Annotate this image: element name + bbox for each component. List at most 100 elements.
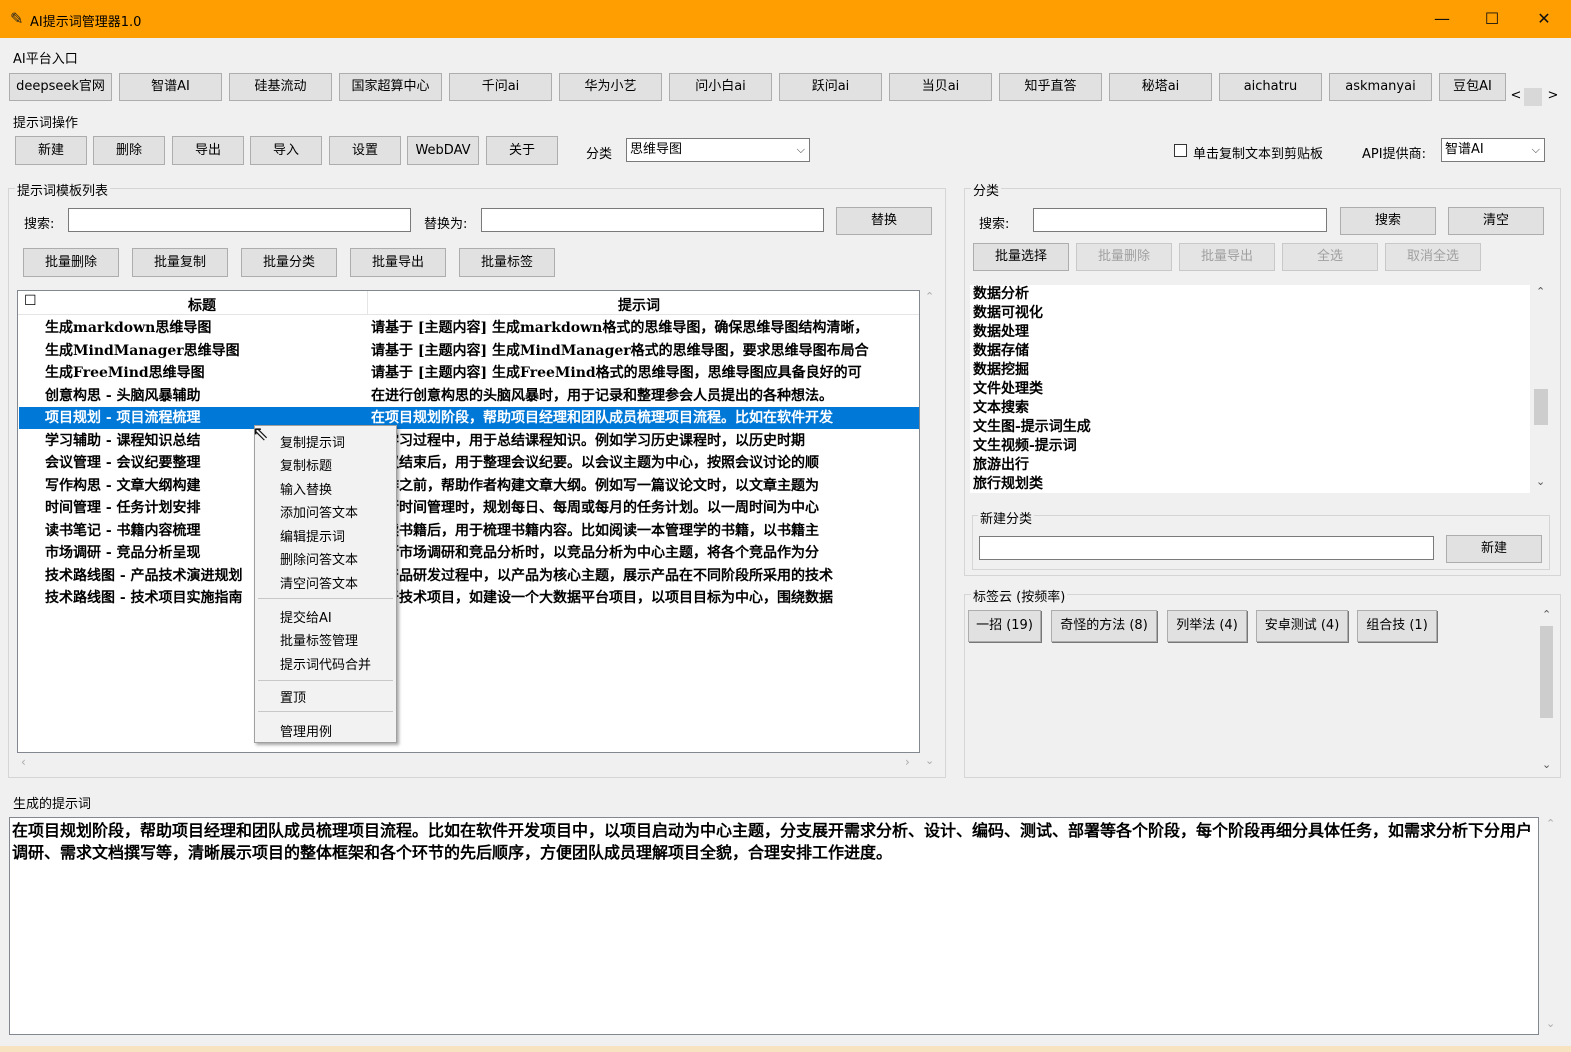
platform-button[interactable]: 知乎直答 xyxy=(999,73,1102,101)
table-row[interactable]: 写作构思 - 文章大纲构建 写作之前，帮助作者构建文章大纲。例如写一篇议论文时，以… xyxy=(19,475,919,497)
context-menu-item[interactable]: 复制提示词 xyxy=(280,432,345,451)
context-menu-item[interactable]: 添加问答文本 xyxy=(280,502,358,521)
template-batch-button[interactable]: 批量标签 xyxy=(459,248,555,277)
template-horizontal-scrollbar[interactable]: ‹ › xyxy=(17,755,920,772)
table-row[interactable]: 生成FreeMind思维导图 请基于 [主题内容] 生成FreeMind格式的思维… xyxy=(19,362,919,384)
platform-scroll-thumb[interactable] xyxy=(1524,88,1542,106)
platform-button[interactable]: 国家超算中心 xyxy=(339,73,442,101)
category-scroll-thumb[interactable] xyxy=(1534,389,1548,425)
category-select[interactable]: 思维导图 ⌵ xyxy=(626,138,810,162)
table-row[interactable]: 项目规划 - 项目流程梳理 在项目规划阶段，帮助项目经理和团队成员梳理项目流程。比… xyxy=(19,407,919,429)
generated-prompt-output[interactable]: 在项目规划阶段，帮助项目经理和团队成员梳理项目流程。比如在软件开发项目中，以项目… xyxy=(9,817,1539,1035)
context-menu-item[interactable]: 管理用例 xyxy=(280,721,332,740)
tag-button[interactable]: 组合技 (1) xyxy=(1357,610,1437,642)
scroll-right-icon[interactable]: › xyxy=(905,755,910,769)
minimize-button[interactable]: — xyxy=(1422,6,1462,32)
close-button[interactable]: ✕ xyxy=(1524,6,1564,32)
category-batch-button[interactable]: 全选 xyxy=(1282,243,1378,271)
context-menu-item[interactable]: 提交给AI xyxy=(280,607,332,626)
table-row[interactable]: 技术路线图 - 技术项目实施指南 对于技术项目，如建设一个大数据平台项目，以项目目… xyxy=(19,587,919,609)
category-item[interactable]: 旅行规划类 xyxy=(970,475,1530,493)
platform-button[interactable]: 华为小艺 xyxy=(559,73,662,101)
scroll-down-icon[interactable]: ⌄ xyxy=(925,754,934,767)
category-item[interactable]: 数据存储 xyxy=(970,342,1530,361)
category-item[interactable]: 数据挖掘 xyxy=(970,361,1530,380)
template-batch-button[interactable]: 批量删除 xyxy=(23,248,119,277)
category-item[interactable]: 文本搜索 xyxy=(970,399,1530,418)
category-item[interactable]: 数据可视化 xyxy=(970,304,1530,323)
context-menu-item[interactable]: 输入替换 xyxy=(280,479,332,498)
category-item[interactable]: 数据处理 xyxy=(970,323,1530,342)
ops-button[interactable]: WebDAV xyxy=(407,136,479,165)
column-header-prompt[interactable]: 提示词 xyxy=(618,295,660,315)
category-item[interactable]: 文件处理类 xyxy=(970,380,1530,399)
tag-button[interactable]: 安卓测试 (4) xyxy=(1256,610,1348,642)
maximize-button[interactable]: ☐ xyxy=(1472,6,1512,32)
table-row[interactable]: 技术路线图 - 产品技术演进规划 在产品研发过程中，以产品为核心主题，展示产品在不… xyxy=(19,565,919,587)
replace-button[interactable]: 替换 xyxy=(836,207,932,235)
category-item[interactable]: 文生视频-提示词 xyxy=(970,437,1530,456)
ops-button[interactable]: 新建 xyxy=(15,136,87,165)
platform-button[interactable]: 千问ai xyxy=(449,73,552,101)
category-clear-button[interactable]: 清空 xyxy=(1448,207,1544,235)
category-batch-button[interactable]: 批量删除 xyxy=(1076,243,1172,271)
ops-button[interactable]: 关于 xyxy=(486,136,558,165)
scroll-up-icon[interactable]: ⌃ xyxy=(1546,817,1555,830)
platform-button[interactable]: 问小白ai xyxy=(669,73,772,101)
template-search-input[interactable] xyxy=(68,208,411,232)
platform-button[interactable]: 秘塔ai xyxy=(1109,73,1212,101)
table-row[interactable]: 市场调研 - 竞品分析呈现 进行市场调研和竞品分析时，以竞品分析为中心主题，将各个… xyxy=(19,542,919,564)
platform-button[interactable]: askmanyai xyxy=(1329,73,1432,101)
category-batch-button[interactable]: 批量选择 xyxy=(973,243,1069,271)
ops-button[interactable]: 设置 xyxy=(329,136,401,165)
scroll-up-icon[interactable]: ⌃ xyxy=(1542,608,1551,621)
scroll-up-icon[interactable]: ⌃ xyxy=(1536,285,1545,298)
replace-input[interactable] xyxy=(481,208,824,232)
template-batch-button[interactable]: 批量导出 xyxy=(350,248,446,277)
new-category-input[interactable] xyxy=(979,536,1434,560)
column-header-title[interactable]: 标题 xyxy=(188,295,216,315)
context-menu-item[interactable]: 清空问答文本 xyxy=(280,573,358,592)
template-vertical-scrollbar[interactable]: ⌃ ⌄ xyxy=(921,290,938,772)
platform-button[interactable]: 跃问ai xyxy=(779,73,882,101)
category-item[interactable]: 数据分析 xyxy=(970,285,1530,304)
platform-scroll-left-button[interactable]: < xyxy=(1508,88,1524,106)
template-batch-button[interactable]: 批量分类 xyxy=(241,248,337,277)
table-row[interactable]: 创意构思 - 头脑风暴辅助 在进行创意构思的头脑风暴时，用于记录和整理参会人员提出… xyxy=(19,385,919,407)
copy-to-clipboard-checkbox[interactable] xyxy=(1174,144,1187,157)
tag-button[interactable]: 奇怪的方法 (8) xyxy=(1051,610,1157,642)
scroll-down-icon[interactable]: ⌄ xyxy=(1536,475,1545,488)
context-menu-item[interactable]: 复制标题 xyxy=(280,455,332,474)
table-row[interactable]: 生成MindManager思维导图 请基于 [主题内容] 生成MindManage… xyxy=(19,340,919,362)
table-row[interactable]: 会议管理 - 会议纪要整理 会议结束后，用于整理会议纪要。以会议主题为中心，按照会… xyxy=(19,452,919,474)
platform-button[interactable]: 当贝ai xyxy=(889,73,992,101)
context-menu-item[interactable]: 批量标签管理 xyxy=(280,630,358,649)
column-divider[interactable] xyxy=(367,291,368,315)
platform-button[interactable]: 豆包AI xyxy=(1439,73,1506,101)
platform-scroll-right-button[interactable]: > xyxy=(1545,88,1561,106)
ops-button[interactable]: 导入 xyxy=(250,136,322,165)
table-row[interactable]: 生成markdown思维导图 请基于 [主题内容] 生成markdown格式的思维… xyxy=(19,317,919,339)
table-row[interactable]: 学习辅助 - 课程知识总结 在学习过程中，用于总结课程知识。例如学习历史课程时，以… xyxy=(19,430,919,452)
ops-button[interactable]: 删除 xyxy=(93,136,165,165)
api-provider-select[interactable]: 智谱AI ⌵ xyxy=(1441,138,1545,162)
tag-scroll-thumb[interactable] xyxy=(1540,626,1553,718)
output-scrollbar[interactable]: ⌃ ⌄ xyxy=(1542,817,1560,1035)
category-batch-button[interactable]: 取消全选 xyxy=(1385,243,1481,271)
select-all-checkbox[interactable]: ☐ xyxy=(24,293,37,309)
category-batch-button[interactable]: 批量导出 xyxy=(1179,243,1275,271)
new-category-button[interactable]: 新建 xyxy=(1446,535,1542,563)
context-menu-item[interactable]: 删除问答文本 xyxy=(280,549,358,568)
tag-cloud-scrollbar[interactable]: ⌃ ⌄ xyxy=(1538,608,1555,774)
context-menu-item[interactable]: 置顶 xyxy=(280,687,306,706)
ops-button[interactable]: 导出 xyxy=(172,136,244,165)
context-menu-item[interactable]: 提示词代码合并 xyxy=(280,654,371,673)
scroll-down-icon[interactable]: ⌄ xyxy=(1546,1017,1555,1030)
template-batch-button[interactable]: 批量复制 xyxy=(132,248,228,277)
category-item[interactable]: 文生图-提示词生成 xyxy=(970,418,1530,437)
category-search-input[interactable] xyxy=(1033,208,1327,232)
platform-button[interactable]: aichatru xyxy=(1219,73,1322,101)
platform-button[interactable]: 硅基流动 xyxy=(229,73,332,101)
table-row[interactable]: 时间管理 - 任务计划安排 进行时间管理时，规划每日、每周或每月的任务计划。以一周… xyxy=(19,497,919,519)
scroll-left-icon[interactable]: ‹ xyxy=(21,755,26,769)
